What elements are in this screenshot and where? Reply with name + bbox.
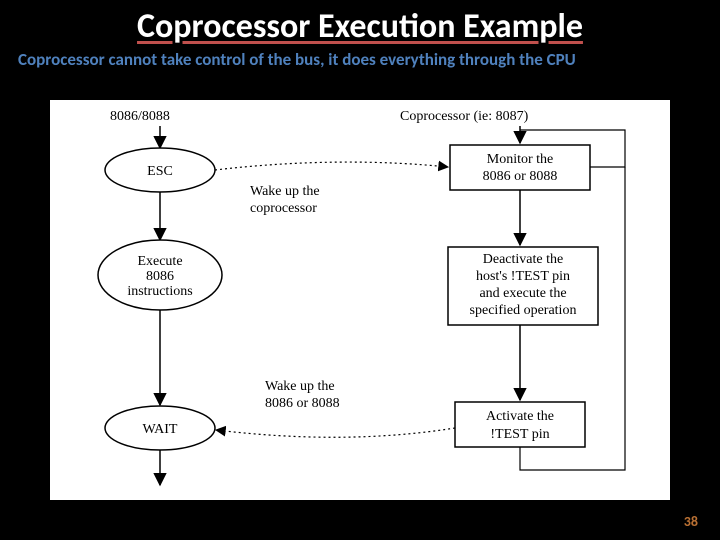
node-execute-l1: Execute	[137, 254, 182, 269]
node-esc-label: ESC	[147, 164, 173, 179]
page-number: 38	[684, 513, 698, 530]
left-col-header: 8086/8088	[110, 109, 170, 124]
node-activate-l2: !TEST pin	[490, 427, 549, 442]
node-deactivate-l1: Deactivate the	[483, 252, 563, 267]
node-deactivate-l2: host's !TEST pin	[476, 269, 570, 284]
slide-title: Coprocessor Execution Example	[0, 0, 720, 47]
node-execute-l3: instructions	[127, 284, 192, 299]
label-wake-coproc-l2: coprocessor	[250, 201, 317, 216]
label-wake-cpu-l1: Wake up the	[265, 379, 335, 394]
label-wake-coproc-l1: Wake up the	[250, 184, 320, 199]
diagram-canvas: 8086/8088 Coprocessor (ie: 8087) ESC Exe…	[50, 100, 670, 500]
label-wake-cpu-l2: 8086 or 8088	[265, 396, 340, 411]
right-col-header: Coprocessor (ie: 8087)	[400, 109, 529, 124]
node-deactivate-l3: and execute the	[479, 286, 566, 301]
link-wake-cpu	[216, 428, 455, 437]
node-wait-label: WAIT	[143, 422, 178, 437]
node-deactivate-l4: specified operation	[470, 303, 577, 318]
node-monitor-l1: Monitor the	[487, 152, 554, 167]
node-execute-l2: 8086	[146, 269, 174, 284]
slide-subtitle: Coprocessor cannot take control of the b…	[0, 47, 720, 80]
node-monitor-l2: 8086 or 8088	[483, 169, 558, 184]
link-wake-coprocessor	[215, 162, 448, 170]
node-activate-l1: Activate the	[486, 409, 554, 424]
